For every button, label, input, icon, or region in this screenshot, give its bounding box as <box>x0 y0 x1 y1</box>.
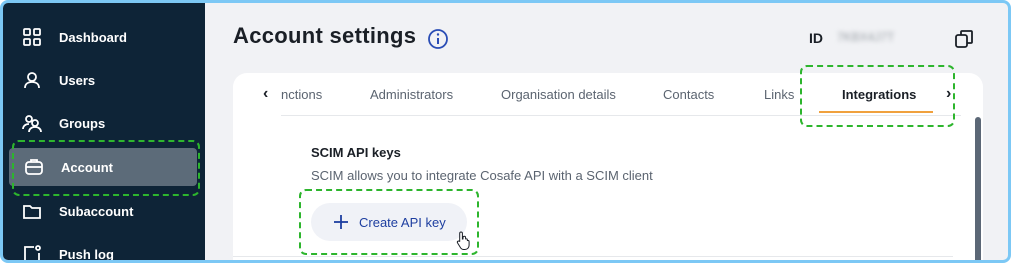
scim-section-description: SCIM allows you to integrate Cosafe API … <box>311 168 653 183</box>
create-api-key-button[interactable]: Create API key <box>311 203 467 241</box>
create-api-key-label: Create API key <box>359 214 446 230</box>
tab-links[interactable]: Links <box>764 87 794 102</box>
tab-functions[interactable]: nctions <box>281 87 322 102</box>
tab-integrations[interactable]: Integrations <box>842 87 916 102</box>
tab-administrators[interactable]: Administrators <box>370 87 453 102</box>
tab-bar: ‹ nctions Administrators Organisation de… <box>233 73 953 117</box>
sidebar-item-groups[interactable]: Groups <box>7 104 199 142</box>
briefcase-icon <box>23 156 45 178</box>
sidebar-item-dashboard[interactable]: Dashboard <box>7 18 199 56</box>
user-icon <box>21 69 43 91</box>
users-group-icon <box>21 112 43 134</box>
scim-section-title: SCIM API keys <box>311 145 401 160</box>
settings-card: ‹ nctions Administrators Organisation de… <box>233 73 983 260</box>
id-value: 7KBX4J7T <box>837 30 895 44</box>
sidebar-item-subaccount[interactable]: Subaccount <box>7 192 199 230</box>
tab-divider <box>281 115 961 116</box>
sidebar-item-label: Account <box>61 159 113 175</box>
id-label: ID <box>809 30 823 46</box>
sidebar-item-label: Dashboard <box>59 29 127 45</box>
sidebar-item-label: Groups <box>59 115 106 131</box>
sidebar-item-label: Push log <box>59 246 114 262</box>
app-window: Dashboard Users Groups Account Subaccoun… <box>0 0 1011 263</box>
page-title: Account settings <box>233 23 417 48</box>
push-log-icon <box>21 243 43 260</box>
tabs-next-arrow[interactable]: › <box>946 85 951 103</box>
plus-icon <box>333 214 349 230</box>
sidebar-item-label: Users <box>59 72 96 88</box>
sidebar-item-push-log[interactable]: Push log <box>7 235 199 262</box>
active-tab-indicator <box>819 111 933 113</box>
hand-cursor-icon <box>456 230 472 250</box>
tabs-prev-arrow[interactable]: ‹ <box>263 85 268 103</box>
sidebar-item-users[interactable]: Users <box>7 61 199 99</box>
grid-icon <box>21 26 43 48</box>
main-content: Account settings ID 7KBX4J7T ‹ nctions A… <box>205 3 1008 260</box>
info-icon[interactable] <box>427 28 449 50</box>
sidebar-item-label: Subaccount <box>59 203 134 219</box>
tab-contacts[interactable]: Contacts <box>663 87 714 102</box>
sidebar-item-account[interactable]: Account <box>9 148 197 186</box>
sidebar: Dashboard Users Groups Account Subaccoun… <box>3 3 205 262</box>
section-divider <box>233 256 953 257</box>
scrollbar[interactable] <box>975 117 981 260</box>
folder-icon <box>21 200 43 222</box>
copy-icon[interactable] <box>953 28 975 50</box>
tab-organisation-details[interactable]: Organisation details <box>501 87 616 102</box>
